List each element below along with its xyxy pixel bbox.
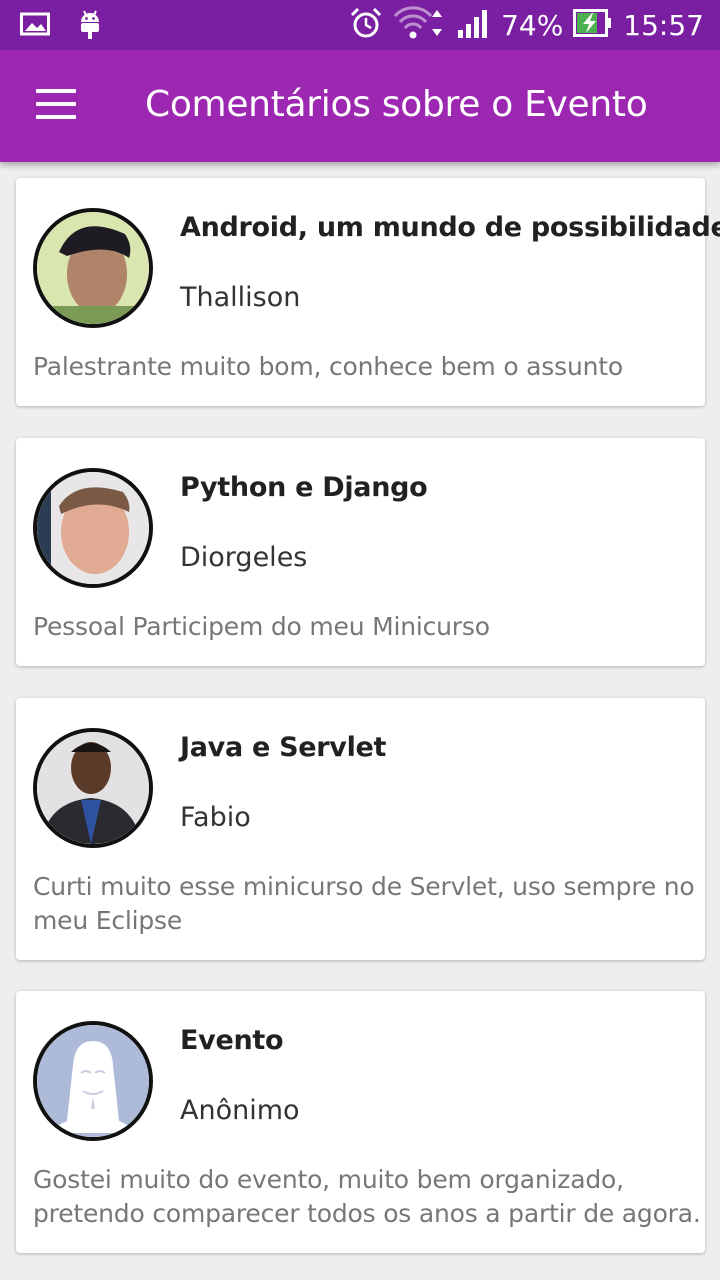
battery-percentage: 74% bbox=[501, 8, 564, 42]
comment-text: Palestrante muito bom, conhece bem o ass… bbox=[33, 352, 623, 381]
wifi-icon bbox=[393, 6, 447, 44]
comment-title: Android, um mundo de possibilidades bbox=[180, 212, 720, 243]
comment-title: Java e Servlet bbox=[180, 732, 387, 763]
signal-icon bbox=[457, 8, 491, 42]
status-bar: 74% 15:57 bbox=[0, 0, 720, 50]
comment-text: Gostei muito do evento, muito bem organi… bbox=[33, 1165, 701, 1228]
menu-icon[interactable] bbox=[36, 89, 76, 121]
comment-author: Thallison bbox=[180, 282, 301, 313]
comment-card[interactable]: Java e Servlet Fabio Curti muito esse mi… bbox=[16, 698, 705, 960]
battery-charging-icon bbox=[573, 9, 613, 41]
clock: 15:57 bbox=[623, 8, 704, 42]
comment-title: Evento bbox=[180, 1025, 284, 1056]
comment-card[interactable]: Evento Anônimo Gostei muito do evento, m… bbox=[16, 991, 705, 1253]
avatar bbox=[33, 1021, 153, 1141]
app-bar: Comentários sobre o Evento bbox=[0, 50, 720, 162]
comment-text: Curti muito esse minicurso de Servlet, u… bbox=[33, 872, 695, 935]
android-icon bbox=[78, 8, 102, 44]
alarm-icon bbox=[349, 6, 383, 44]
avatar bbox=[33, 728, 153, 848]
avatar bbox=[33, 208, 153, 328]
comment-title: Python e Django bbox=[180, 472, 428, 503]
comment-author: Fabio bbox=[180, 802, 251, 833]
avatar bbox=[33, 468, 153, 588]
comment-text: Pessoal Participem do meu Minicurso bbox=[33, 612, 490, 641]
comment-author: Diorgeles bbox=[180, 542, 308, 573]
image-icon bbox=[20, 12, 50, 40]
page-title: Comentários sobre o Evento bbox=[145, 84, 648, 125]
comment-author: Anônimo bbox=[180, 1095, 300, 1126]
comment-card[interactable]: Python e Django Diorgeles Pessoal Partic… bbox=[16, 438, 705, 666]
comment-card[interactable]: Android, um mundo de possibilidades Thal… bbox=[16, 178, 720, 406]
